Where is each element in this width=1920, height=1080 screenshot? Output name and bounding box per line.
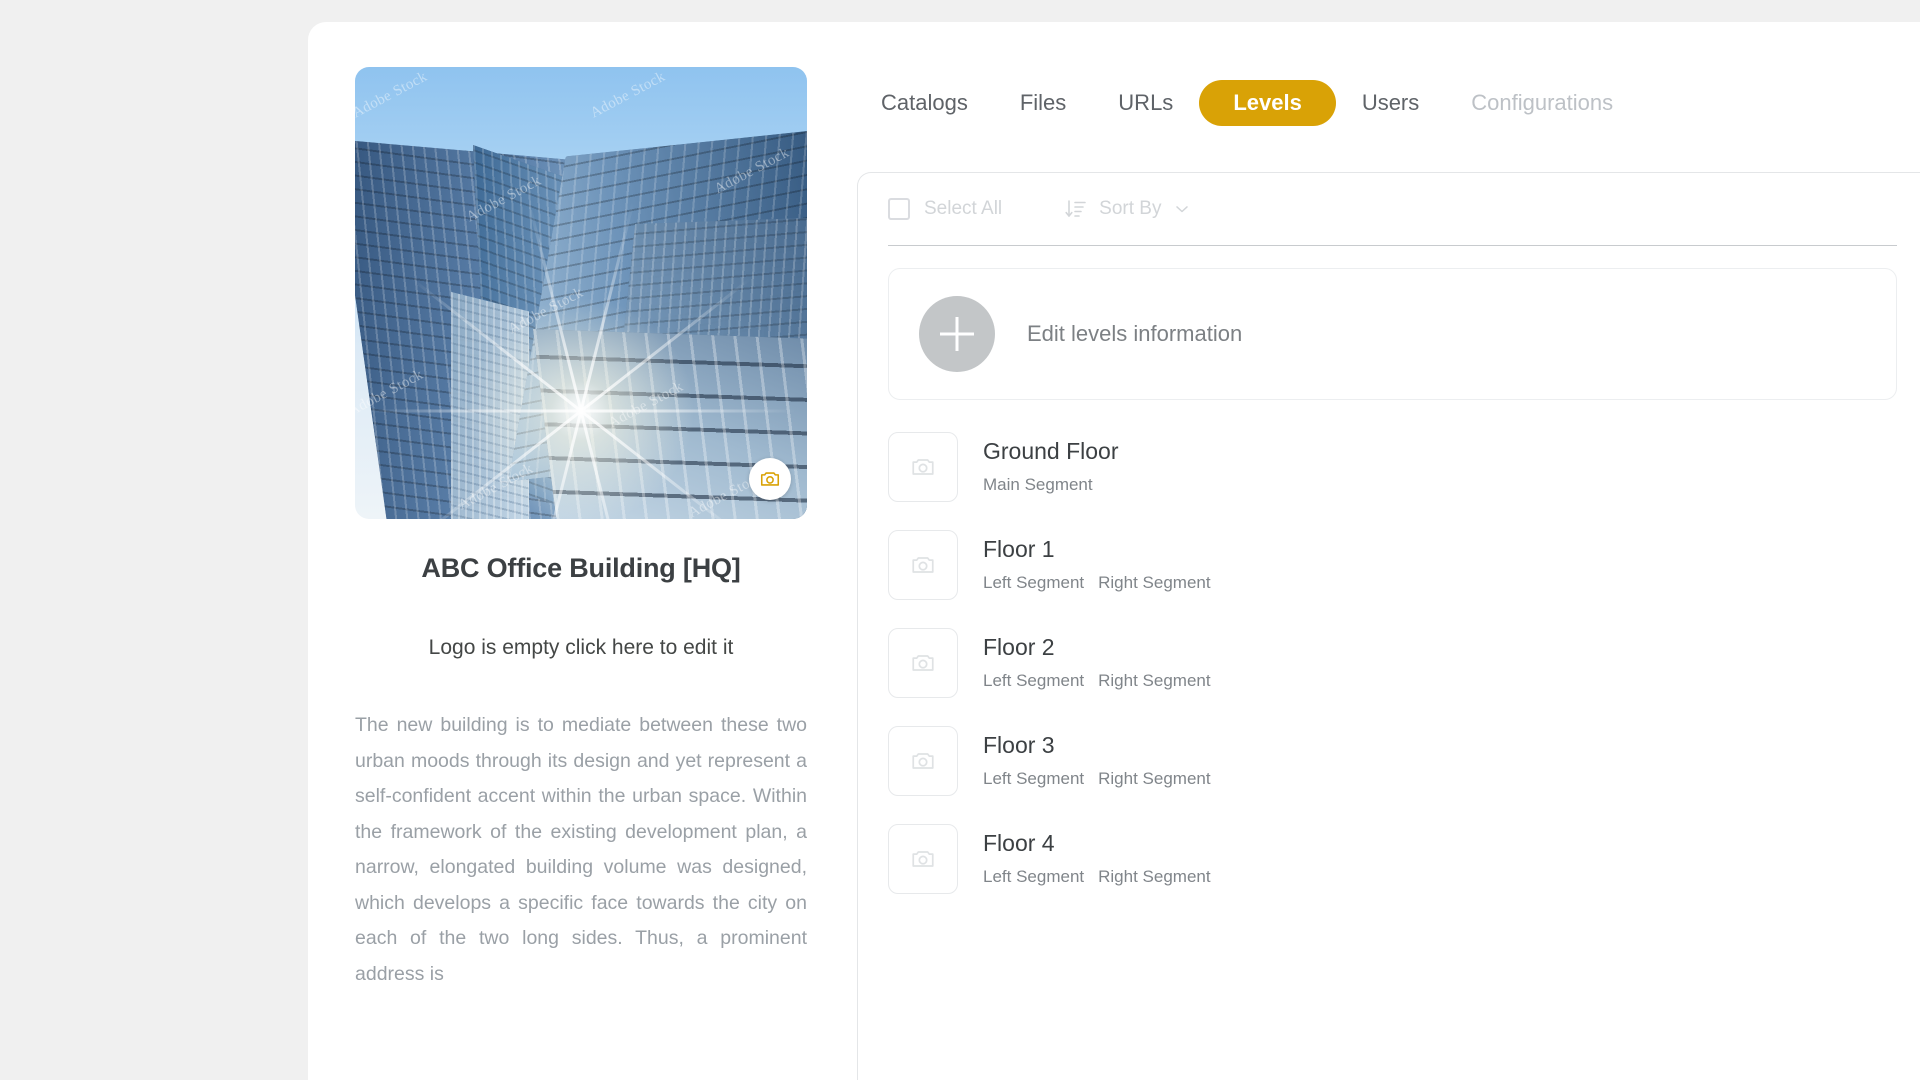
- segment-label: Left Segment: [983, 867, 1085, 887]
- camera-icon: [912, 753, 934, 769]
- logo-edit-hint[interactable]: Logo is empty click here to edit it: [355, 636, 807, 660]
- level-thumbnail[interactable]: [888, 530, 958, 600]
- page-card: Adobe Stock Adobe Stock Adobe Stock Adob…: [308, 22, 1920, 1080]
- level-segments: Left Segment Right Segment: [983, 867, 1211, 887]
- level-name: Floor 2: [983, 633, 1055, 660]
- building-detail-panel: Adobe Stock Adobe Stock Adobe Stock Adob…: [355, 67, 807, 1080]
- tab-bar: Catalogs Files URLs Levels Users Configu…: [855, 80, 1639, 126]
- segment-label: Right Segment: [1098, 867, 1211, 887]
- segment-label: Right Segment: [1098, 671, 1211, 691]
- segment-label: Left Segment: [983, 671, 1085, 691]
- tab-catalogs[interactable]: Catalogs: [855, 80, 994, 126]
- level-info: Floor 3 Left Segment Right Segment: [983, 731, 1211, 789]
- levels-list-panel: Select All Sort By Edit levels informati…: [857, 172, 1920, 1080]
- level-thumbnail[interactable]: [888, 628, 958, 698]
- select-all-control[interactable]: Select All: [888, 198, 1002, 220]
- skyscraper-mid-back: [451, 292, 529, 519]
- level-info: Floor 2 Left Segment Right Segment: [983, 633, 1211, 691]
- change-photo-button[interactable]: [749, 458, 791, 500]
- segment-label: Main Segment: [983, 475, 1093, 495]
- building-description: The new building is to mediate between t…: [355, 714, 807, 985]
- tab-urls[interactable]: URLs: [1092, 80, 1199, 126]
- camera-icon: [912, 655, 934, 671]
- level-name: Floor 1: [983, 535, 1055, 562]
- levels-panel: Catalogs Files URLs Levels Users Configu…: [855, 22, 1920, 1080]
- camera-icon: [912, 851, 934, 867]
- camera-icon: [912, 557, 934, 573]
- sort-descending-icon: [1065, 200, 1086, 217]
- camera-icon: [912, 459, 934, 475]
- list-toolbar: Select All Sort By: [858, 173, 1920, 245]
- tab-users[interactable]: Users: [1336, 80, 1445, 126]
- select-all-checkbox[interactable]: [888, 198, 910, 220]
- stock-watermark: Adobe Stock: [587, 68, 669, 122]
- sort-by-label: Sort By: [1099, 198, 1162, 219]
- page-title: ABC Office Building [HQ]: [421, 553, 741, 583]
- sort-by-control[interactable]: Sort By: [1064, 197, 1192, 221]
- tab-files[interactable]: Files: [994, 80, 1092, 126]
- level-segments: Main Segment: [983, 475, 1119, 495]
- level-info: Floor 4 Left Segment Right Segment: [983, 829, 1211, 887]
- chevron-down-icon[interactable]: [1172, 199, 1192, 219]
- segment-label: Left Segment: [983, 573, 1085, 593]
- level-info: Ground Floor Main Segment: [983, 437, 1119, 495]
- segment-label: Right Segment: [1098, 769, 1211, 789]
- level-thumbnail[interactable]: [888, 726, 958, 796]
- edit-levels-label: Edit levels information: [1027, 321, 1243, 346]
- level-name: Floor 4: [983, 829, 1055, 856]
- level-thumbnail[interactable]: [888, 432, 958, 502]
- level-name: Ground Floor: [983, 437, 1119, 464]
- table-row[interactable]: Floor 2 Left Segment Right Segment: [858, 614, 1920, 712]
- tab-configurations[interactable]: Configurations: [1445, 80, 1639, 126]
- level-segments: Left Segment Right Segment: [983, 671, 1211, 691]
- building-hero-image[interactable]: Adobe Stock Adobe Stock Adobe Stock Adob…: [355, 67, 807, 519]
- app-root: Adobe Stock Adobe Stock Adobe Stock Adob…: [0, 0, 1920, 1080]
- level-name: Floor 3: [983, 731, 1055, 758]
- toolbar-divider: [888, 245, 1897, 246]
- segment-label: Right Segment: [1098, 573, 1211, 593]
- camera-icon: [760, 472, 780, 486]
- level-segments: Left Segment Right Segment: [983, 573, 1211, 593]
- level-info: Floor 1 Left Segment Right Segment: [983, 535, 1211, 593]
- hero-photo-backdrop: Adobe Stock Adobe Stock Adobe Stock Adob…: [355, 67, 807, 519]
- select-all-label: Select All: [924, 198, 1003, 219]
- segment-label: Left Segment: [983, 769, 1085, 789]
- level-thumbnail[interactable]: [888, 824, 958, 894]
- level-segments: Left Segment Right Segment: [983, 769, 1211, 789]
- table-row[interactable]: Floor 3 Left Segment Right Segment: [858, 712, 1920, 810]
- table-row[interactable]: Floor 4 Left Segment Right Segment: [858, 810, 1920, 908]
- plus-icon: [919, 296, 995, 372]
- levels-list: Ground Floor Main Segment Floor 1 Left S…: [858, 418, 1920, 908]
- table-row[interactable]: Ground Floor Main Segment: [858, 418, 1920, 516]
- stock-watermark: Adobe Stock: [355, 68, 431, 122]
- edit-levels-information-card[interactable]: Edit levels information: [888, 268, 1897, 400]
- tab-levels[interactable]: Levels: [1199, 80, 1336, 126]
- table-row[interactable]: Floor 1 Left Segment Right Segment: [858, 516, 1920, 614]
